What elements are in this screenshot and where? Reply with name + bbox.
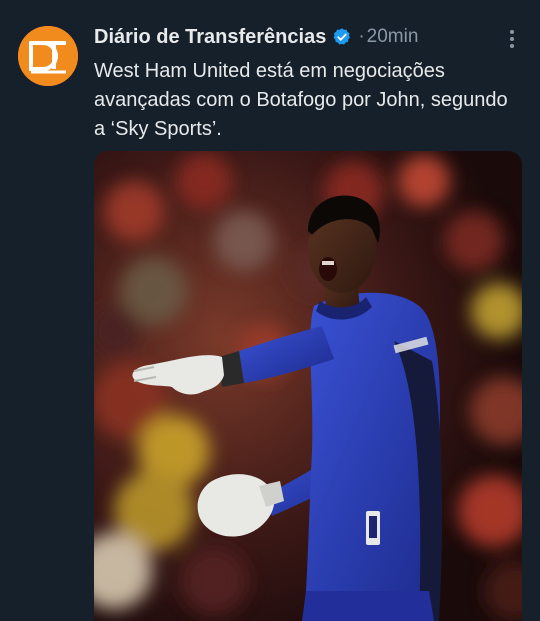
more-options-icon[interactable] — [504, 28, 520, 50]
tweet-media-photo[interactable] — [94, 151, 522, 621]
author-name[interactable]: Diário de Transferências — [94, 26, 326, 49]
tweet-timestamp[interactable]: 20min — [367, 26, 419, 48]
tweet-text: West Ham United está em negociações avan… — [94, 60, 508, 140]
goalkeeper-photo — [94, 151, 522, 621]
header-separator: · — [358, 26, 365, 47]
author-avatar[interactable] — [18, 26, 78, 86]
dt-logo-icon — [18, 26, 78, 86]
tweet-card[interactable]: Diário de Transferências · 20min West Ha… — [0, 0, 540, 621]
tweet-header: Diário de Transferências · 20min — [94, 24, 418, 50]
verified-badge-icon — [333, 28, 351, 45]
